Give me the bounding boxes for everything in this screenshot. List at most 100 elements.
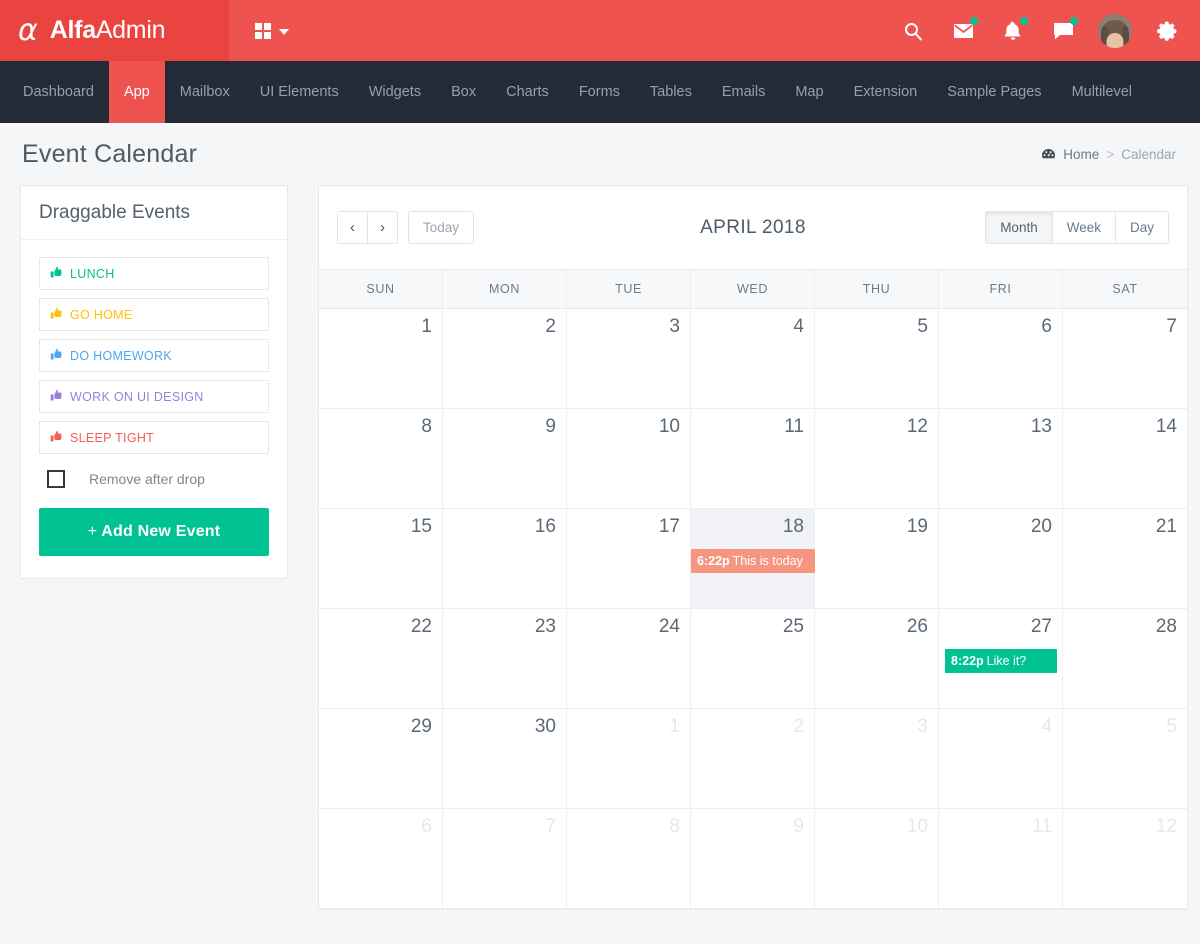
calendar-day-cell[interactable]: 25 (691, 609, 815, 709)
day-number: 8 (669, 816, 680, 837)
calendar-day-cell[interactable]: 14 (1063, 409, 1187, 509)
chevron-down-icon (279, 28, 289, 35)
calendar-day-cell[interactable]: 10 (567, 409, 691, 509)
draggable-event-work-on-ui-design[interactable]: WORK ON UI DESIGN (39, 380, 269, 413)
calendar-day-cell[interactable]: 10 (815, 809, 939, 909)
calendar-day-cell[interactable]: 5 (815, 309, 939, 409)
search-icon[interactable] (898, 16, 928, 46)
calendar-day-cell[interactable]: 8 (567, 809, 691, 909)
calendar-day-cell[interactable]: 4 (939, 709, 1063, 809)
calendar-day-cell[interactable]: 12 (1063, 809, 1187, 909)
day-number: 3 (917, 716, 928, 737)
calendar-day-cell[interactable]: 3 (815, 709, 939, 809)
calendar-day-cell[interactable]: 9 (691, 809, 815, 909)
next-month-button[interactable]: › (368, 210, 398, 245)
mail-icon[interactable] (948, 16, 978, 46)
calendar-day-cell[interactable]: 2 (443, 309, 567, 409)
alpha-logo-icon: α (18, 12, 38, 48)
calendar-day-cell[interactable]: 13 (939, 409, 1063, 509)
calendar-day-cell[interactable]: 22 (319, 609, 443, 709)
calendar-panel: ‹ › Today APRIL 2018 Month Week Day SUN MON… (318, 185, 1188, 910)
weekday-sat: SAT (1112, 282, 1138, 296)
remove-after-drop-checkbox[interactable] (47, 470, 65, 488)
nav-item-map[interactable]: Map (780, 61, 838, 123)
calendar-day-cell[interactable]: 6 (939, 309, 1063, 409)
day-number: 2 (545, 316, 556, 337)
add-new-event-button[interactable]: + Add New Event (39, 508, 269, 556)
event-time: 6:22p (697, 554, 730, 568)
nav-item-charts[interactable]: Charts (491, 61, 564, 123)
calendar-day-cell[interactable]: 30 (443, 709, 567, 809)
calendar-day-cell[interactable]: 20 (939, 509, 1063, 609)
calendar-day-cell[interactable]: 5 (1063, 709, 1187, 809)
avatar[interactable] (1098, 13, 1132, 48)
calendar-day-cell[interactable]: 11 (691, 409, 815, 509)
calendar-day-cell[interactable]: 28 (1063, 609, 1187, 709)
prev-month-button[interactable]: ‹ (337, 210, 368, 245)
today-button[interactable]: Today (408, 210, 475, 245)
calendar-day-cell[interactable]: 23 (443, 609, 567, 709)
remove-after-drop-label[interactable]: Remove after drop (89, 471, 205, 487)
calendar-day-cell[interactable]: 19 (815, 509, 939, 609)
nav-item-box[interactable]: Box (436, 61, 491, 123)
calendar-day-cell[interactable]: 16 (443, 509, 567, 609)
nav-item-tables[interactable]: Tables (635, 61, 707, 123)
draggable-event-go-home[interactable]: GO HOME (39, 298, 269, 331)
day-number: 6 (1041, 316, 1052, 337)
brand-logo[interactable]: α AlfaAdmin (0, 0, 229, 61)
nav-item-mailbox[interactable]: Mailbox (165, 61, 245, 123)
nav-item-emails[interactable]: Emails (707, 61, 781, 123)
nav-item-extension[interactable]: Extension (839, 61, 933, 123)
draggable-event-lunch[interactable]: LUNCH (39, 257, 269, 290)
calendar-day-cell[interactable]: 2 (691, 709, 815, 809)
calendar-day-cell[interactable]: 12 (815, 409, 939, 509)
calendar-day-cell[interactable]: 17 (567, 509, 691, 609)
nav-item-multilevel[interactable]: Multilevel (1057, 61, 1147, 123)
draggable-event-sleep-tight[interactable]: SLEEP TIGHT (39, 421, 269, 454)
panel-title: Draggable Events (39, 202, 191, 223)
calendar-day-cell[interactable]: 4 (691, 309, 815, 409)
calendar-event[interactable]: 8:22p Like it? (945, 649, 1057, 674)
day-number: 12 (1155, 816, 1177, 837)
nav-item-forms[interactable]: Forms (564, 61, 635, 123)
calendar-day-cell[interactable]: 8 (319, 409, 443, 509)
calendar-day-cell[interactable]: 7 (443, 809, 567, 909)
view-button-month[interactable]: Month (985, 210, 1053, 245)
draggable-event-do-homework[interactable]: DO HOMEWORK (39, 339, 269, 372)
calendar-day-cell[interactable]: 9 (443, 409, 567, 509)
calendar-day-cell[interactable]: 6 (319, 809, 443, 909)
calendar-event[interactable]: 6:22p This is today (691, 549, 815, 574)
page-header: Event Calendar Home > Calendar (0, 123, 1200, 185)
view-button-week[interactable]: Week (1052, 210, 1116, 245)
calendar-day-cell[interactable]: 15 (319, 509, 443, 609)
nav-item-widgets[interactable]: Widgets (354, 61, 436, 123)
nav-item-sample-pages[interactable]: Sample Pages (932, 61, 1056, 123)
grid-apps-toggle[interactable] (255, 22, 289, 39)
nav-item-dashboard[interactable]: Dashboard (8, 61, 109, 123)
calendar-day-cell[interactable]: 26 (815, 609, 939, 709)
day-number: 1 (421, 316, 432, 337)
panel-body: LUNCH GO HOME DO HOMEWORK WORK ON UI DESIGN… (21, 240, 287, 578)
calendar-day-cell[interactable]: 1 (567, 709, 691, 809)
view-button-day[interactable]: Day (1115, 210, 1169, 245)
day-number: 15 (410, 516, 432, 537)
calendar-day-cell[interactable]: 1 (319, 309, 443, 409)
brand-name-light: Admin (95, 16, 166, 44)
calendar-day-cell[interactable]: 11 (939, 809, 1063, 909)
bell-icon[interactable] (998, 16, 1028, 46)
breadcrumb-home[interactable]: Home (1063, 147, 1099, 162)
page-title: Event Calendar (22, 139, 198, 168)
calendar-day-cell[interactable]: 3 (567, 309, 691, 409)
calendar-day-cell[interactable]: 29 (319, 709, 443, 809)
calendar-day-cell[interactable]: 18 6:22p This is today (691, 509, 815, 609)
external-events-list: LUNCH GO HOME DO HOMEWORK WORK ON UI DESIGN… (39, 257, 269, 454)
gear-icon[interactable] (1152, 16, 1182, 46)
calendar-day-cell[interactable]: 27 8:22p Like it? (939, 609, 1063, 709)
calendar-day-cell[interactable]: 21 (1063, 509, 1187, 609)
nav-item-app[interactable]: App (108, 61, 165, 123)
chat-icon[interactable] (1048, 16, 1078, 46)
breadcrumb-current: Calendar (1121, 146, 1176, 162)
calendar-day-cell[interactable]: 7 (1063, 309, 1187, 409)
calendar-day-cell[interactable]: 24 (567, 609, 691, 709)
nav-item-ui-elements[interactable]: UI Elements (245, 61, 354, 123)
